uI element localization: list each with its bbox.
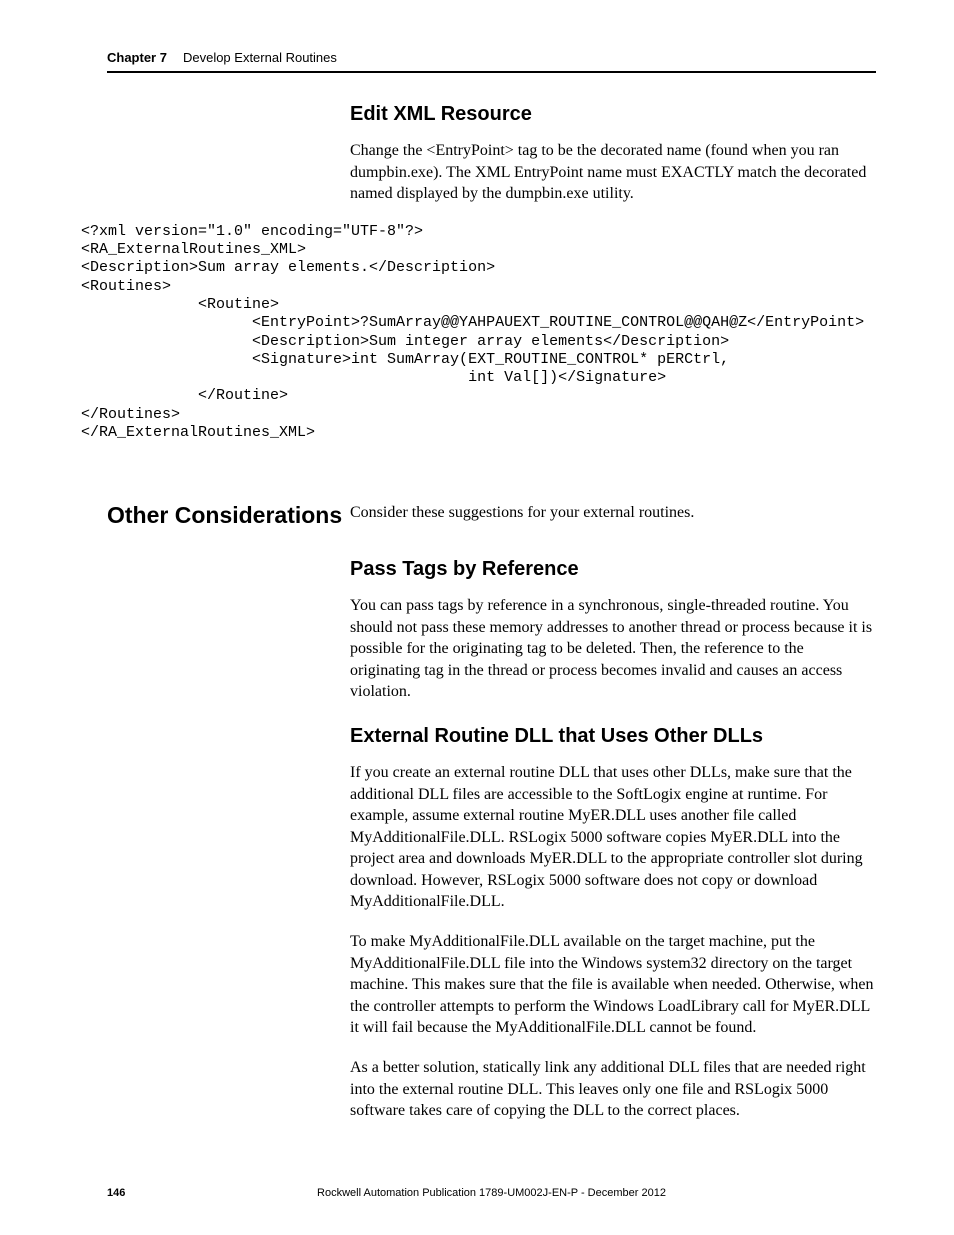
section-edit-xml: Edit XML Resource Change the <EntryPoint… bbox=[350, 103, 876, 205]
publication-info: Rockwell Automation Publication 1789-UM0… bbox=[107, 1187, 876, 1199]
chapter-title: Develop External Routines bbox=[183, 50, 337, 65]
page: Chapter 7 Develop External Routines Edit… bbox=[0, 0, 954, 1235]
heading-other-considerations: Other Considerations bbox=[107, 502, 350, 529]
heading-edit-xml-resource: Edit XML Resource bbox=[350, 103, 876, 126]
side-heading-column: Other Considerations bbox=[107, 502, 350, 1139]
paragraph: Consider these suggestions for your exte… bbox=[350, 502, 876, 524]
page-header: Chapter 7 Develop External Routines bbox=[107, 50, 876, 73]
paragraph: You can pass tags by reference in a sync… bbox=[350, 595, 876, 703]
body-column: Consider these suggestions for your exte… bbox=[350, 502, 876, 1139]
page-footer: 146 Rockwell Automation Publication 1789… bbox=[107, 1187, 876, 1199]
paragraph: If you create an external routine DLL th… bbox=[350, 762, 876, 913]
paragraph: As a better solution, statically link an… bbox=[350, 1057, 876, 1122]
paragraph: Change the <EntryPoint> tag to be the de… bbox=[350, 140, 876, 205]
heading-pass-tags-by-reference: Pass Tags by Reference bbox=[350, 558, 876, 581]
code-block-xml: <?xml version="1.0" encoding="UTF-8"?> <… bbox=[81, 223, 876, 443]
section-other-considerations: Other Considerations Consider these sugg… bbox=[107, 502, 876, 1139]
chapter-label: Chapter 7 bbox=[107, 50, 167, 65]
heading-external-routine-dll: External Routine DLL that Uses Other DLL… bbox=[350, 725, 876, 748]
paragraph: To make MyAdditionalFile.DLL available o… bbox=[350, 931, 876, 1039]
